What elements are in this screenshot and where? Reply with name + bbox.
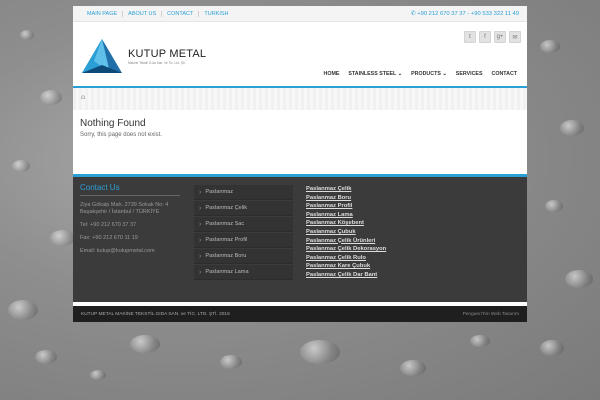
footer-fax: Fax: +90 212 670 11 19 — [80, 235, 138, 241]
footer-menu: Paslanmaz Paslanmaz Çelik Paslanmaz Sac … — [194, 185, 293, 281]
footer-menu-item[interactable]: Paslanmaz Profil — [194, 233, 293, 248]
phone-icon: ✆ — [410, 10, 416, 17]
footer-menu-item[interactable]: Paslanmaz Boru — [194, 249, 293, 264]
footer-menu-item[interactable]: Paslanmaz — [194, 185, 293, 200]
footer-link[interactable]: Paslanmaz Kare Çubuk — [306, 262, 386, 271]
nav-stainless-steel[interactable]: STAINLESS STEEL ⌄ — [348, 71, 402, 77]
nav-contact[interactable]: CONTACT — [492, 71, 518, 77]
chevron-down-icon: ⌄ — [397, 71, 403, 77]
mail-icon[interactable]: ✉ — [509, 31, 521, 43]
footer-link[interactable]: Paslanmaz Çelik — [306, 185, 386, 194]
nav-products-label: PRODUCTS — [411, 71, 441, 77]
logo-subtitle: Makine Tekstil G.da San. Ve Tic. Ltd. Şt… — [128, 60, 186, 65]
home-icon[interactable]: ⌂ — [81, 94, 85, 101]
copyright-text: KUTUP METAL MAKİNE TEKSTİL GIDA SAN. ve … — [81, 311, 230, 317]
logo-name: KUTUP METAL — [128, 47, 207, 60]
social-icons: t f g+ ✉ — [464, 31, 521, 43]
top-link-main-page[interactable]: MAIN PAGE — [82, 10, 124, 17]
main-content: Nothing Found Sorry, this page does not … — [73, 110, 527, 174]
designer-credit-link[interactable]: PenguenTim Web Tasarım — [463, 312, 519, 317]
google-plus-icon[interactable]: g+ — [494, 31, 506, 43]
not-found-message: Sorry, this page does not exist. — [80, 132, 162, 138]
phone-number: ✆ +90 212 670 37 37 - +90 533 322 11 49 — [411, 11, 519, 17]
nav-stainless-steel-label: STAINLESS STEEL — [348, 71, 397, 77]
nav-services[interactable]: SERVICES — [456, 71, 483, 77]
page-container: MAIN PAGE ABOUT US CONTACT TURKISH ✆ +90… — [73, 6, 527, 322]
top-link-turkish[interactable]: TURKISH — [199, 11, 233, 17]
logo-triangle-icon — [82, 39, 122, 73]
footer-links: Paslanmaz Çelik Paslanmaz Boru Paslanmaz… — [306, 185, 386, 280]
footer-address: Ziya Gökalp Mah. 2739 Sokak No: 4 Başakş… — [80, 202, 169, 215]
footer-tel: Tel: +90 212 670 37 37 — [80, 222, 137, 228]
chevron-down-icon: ⌄ — [442, 71, 447, 77]
footer-link[interactable]: Paslanmaz Köşebent — [306, 219, 386, 228]
site-logo[interactable]: KUTUP METAL Makine Tekstil G.da San. Ve … — [80, 37, 206, 75]
footer-link[interactable]: Paslanmaz Çubuk — [306, 228, 386, 237]
nav-products[interactable]: PRODUCTS ⌄ — [411, 71, 447, 77]
footer-link[interactable]: Paslanmaz Çelik Ürünleri — [306, 237, 386, 246]
copyright-bar: KUTUP METAL MAKİNE TEKSTİL GIDA SAN. ve … — [73, 306, 527, 322]
footer-contact: Contact Us Ziya Gökalp Mah. 2739 Sokak N… — [80, 183, 180, 255]
site-footer: Contact Us Ziya Gökalp Mah. 2739 Sokak N… — [73, 174, 527, 302]
top-link-about-us[interactable]: ABOUT US — [123, 10, 163, 17]
site-header: KUTUP METAL Makine Tekstil G.da San. Ve … — [73, 22, 527, 88]
top-links: MAIN PAGE ABOUT US CONTACT TURKISH — [82, 10, 234, 17]
phone-text: +90 212 670 37 37 - +90 533 322 11 49 — [417, 10, 519, 17]
top-link-contact[interactable]: CONTACT — [162, 10, 200, 17]
footer-link[interactable]: Paslanmaz Çelik Rulo — [306, 254, 386, 263]
footer-link[interactable]: Paslanmaz Boru — [306, 194, 386, 203]
facebook-icon[interactable]: f — [479, 31, 491, 43]
breadcrumb: ⌂ — [73, 88, 527, 110]
twitter-icon[interactable]: t — [464, 31, 476, 43]
footer-menu-item[interactable]: Paslanmaz Sac — [194, 217, 293, 232]
footer-link[interactable]: Paslanmaz Lama — [306, 211, 386, 220]
footer-contact-title: Contact Us — [80, 183, 180, 196]
footer-link[interactable]: Paslanmaz Çelik Dekorasyon — [306, 245, 386, 254]
footer-menu-item[interactable]: Paslanmaz Lama — [194, 265, 293, 280]
footer-link[interactable]: Paslanmaz Çelik Dar Bant — [306, 271, 386, 280]
footer-menu-item[interactable]: Paslanmaz Çelik — [194, 201, 293, 216]
footer-link[interactable]: Paslanmaz Profil — [306, 202, 386, 211]
top-bar: MAIN PAGE ABOUT US CONTACT TURKISH ✆ +90… — [73, 6, 527, 22]
footer-email: Email: kutup@kutupmetal.com — [80, 248, 155, 254]
main-nav: HOME STAINLESS STEEL ⌄ PRODUCTS ⌄ SERVIC… — [324, 71, 518, 77]
nav-home[interactable]: HOME — [324, 71, 340, 77]
page-title: Nothing Found — [80, 118, 146, 129]
